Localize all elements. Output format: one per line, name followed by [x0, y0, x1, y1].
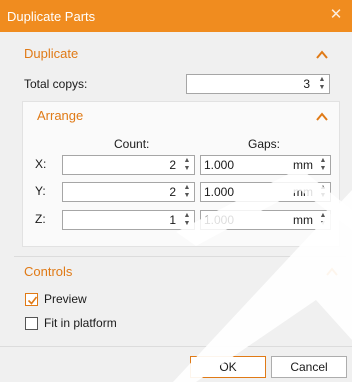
gap-z-spin[interactable]: ▲ ▼: [318, 212, 328, 229]
count-z-spin[interactable]: ▲ ▼: [182, 212, 192, 229]
total-copies-stepper[interactable]: 3 ▲ ▼: [186, 74, 330, 94]
window-title: Duplicate Parts: [7, 8, 96, 24]
gaps-column-header: Gaps:: [248, 137, 281, 151]
spin-up-icon[interactable]: ▲: [318, 157, 328, 165]
spin-up-icon[interactable]: ▲: [182, 212, 192, 220]
gap-z-unit: mm: [293, 213, 313, 227]
preview-label[interactable]: Preview: [44, 292, 87, 306]
cancel-button[interactable]: Cancel: [271, 356, 347, 378]
spin-up-icon[interactable]: ▲: [182, 184, 192, 192]
fit-platform-checkbox[interactable]: [25, 317, 38, 330]
count-y-value: 2: [169, 185, 176, 199]
axis-label-x: X:: [35, 157, 47, 171]
total-copies-value: 3: [303, 77, 310, 91]
gap-x-stepper[interactable]: 1.000 mm ▲ ▼: [200, 155, 331, 175]
axis-label-z: Z:: [35, 212, 46, 226]
count-x-stepper[interactable]: 2 ▲ ▼: [62, 155, 195, 175]
spin-down-icon[interactable]: ▼: [182, 165, 192, 173]
count-x-value: 2: [169, 158, 176, 172]
duplicate-section-header[interactable]: Duplicate: [24, 46, 78, 61]
spin-down-icon[interactable]: ▼: [318, 192, 328, 200]
count-column-header: Count:: [114, 137, 150, 151]
arrange-header-label: Arrange: [37, 108, 84, 123]
axis-label-y: Y:: [35, 184, 46, 198]
chevron-up-icon[interactable]: [325, 265, 339, 279]
duplicate-header-label: Duplicate: [24, 46, 79, 61]
spin-up-icon[interactable]: ▲: [317, 76, 327, 84]
chevron-up-icon[interactable]: [315, 48, 329, 62]
spin-down-icon[interactable]: ▼: [318, 165, 328, 173]
spin-up-icon[interactable]: ▲: [182, 157, 192, 165]
spin-up-icon[interactable]: ▲: [318, 184, 328, 192]
count-z-value: 1: [169, 213, 176, 227]
total-copies-spin[interactable]: ▲ ▼: [317, 76, 327, 93]
preview-checkbox[interactable]: [25, 293, 38, 306]
spin-up-icon[interactable]: ▲: [318, 212, 328, 220]
gap-y-stepper[interactable]: 1.000 mm ▲ ▼: [200, 182, 331, 202]
total-copies-label: Total copys:: [24, 77, 88, 91]
count-x-spin[interactable]: ▲ ▼: [182, 157, 192, 174]
spin-down-icon[interactable]: ▼: [182, 220, 192, 228]
spin-down-icon[interactable]: ▼: [318, 220, 328, 228]
ok-button[interactable]: OK: [190, 356, 266, 378]
spin-down-icon[interactable]: ▼: [317, 84, 327, 92]
gap-x-value: 1.000: [204, 158, 235, 172]
spin-down-icon[interactable]: ▼: [182, 192, 192, 200]
checkmark-icon: [27, 296, 38, 305]
count-z-stepper[interactable]: 1 ▲ ▼: [62, 210, 195, 230]
controls-section-header[interactable]: Controls: [24, 264, 72, 279]
gap-y-unit: mm: [293, 185, 313, 199]
controls-header-label: Controls: [24, 264, 73, 279]
gap-x-unit: mm: [293, 158, 313, 172]
count-y-spin[interactable]: ▲ ▼: [182, 184, 192, 201]
section-divider: [14, 256, 346, 257]
footer-divider: [0, 346, 352, 347]
title-bar: Duplicate Parts ✕: [0, 0, 352, 32]
close-icon[interactable]: ✕: [328, 7, 344, 23]
count-y-stepper[interactable]: 2 ▲ ▼: [62, 182, 195, 202]
arrange-section-header[interactable]: Arrange: [37, 108, 83, 123]
gap-x-spin[interactable]: ▲ ▼: [318, 157, 328, 174]
chevron-up-icon[interactable]: [315, 110, 329, 124]
gap-z-stepper[interactable]: 1.000 mm ▲ ▼: [200, 210, 331, 230]
gap-y-value: 1.000: [204, 185, 235, 199]
gap-y-spin[interactable]: ▲ ▼: [318, 184, 328, 201]
gap-z-value: 1.000: [204, 213, 235, 227]
fit-platform-label[interactable]: Fit in platform: [44, 316, 117, 330]
